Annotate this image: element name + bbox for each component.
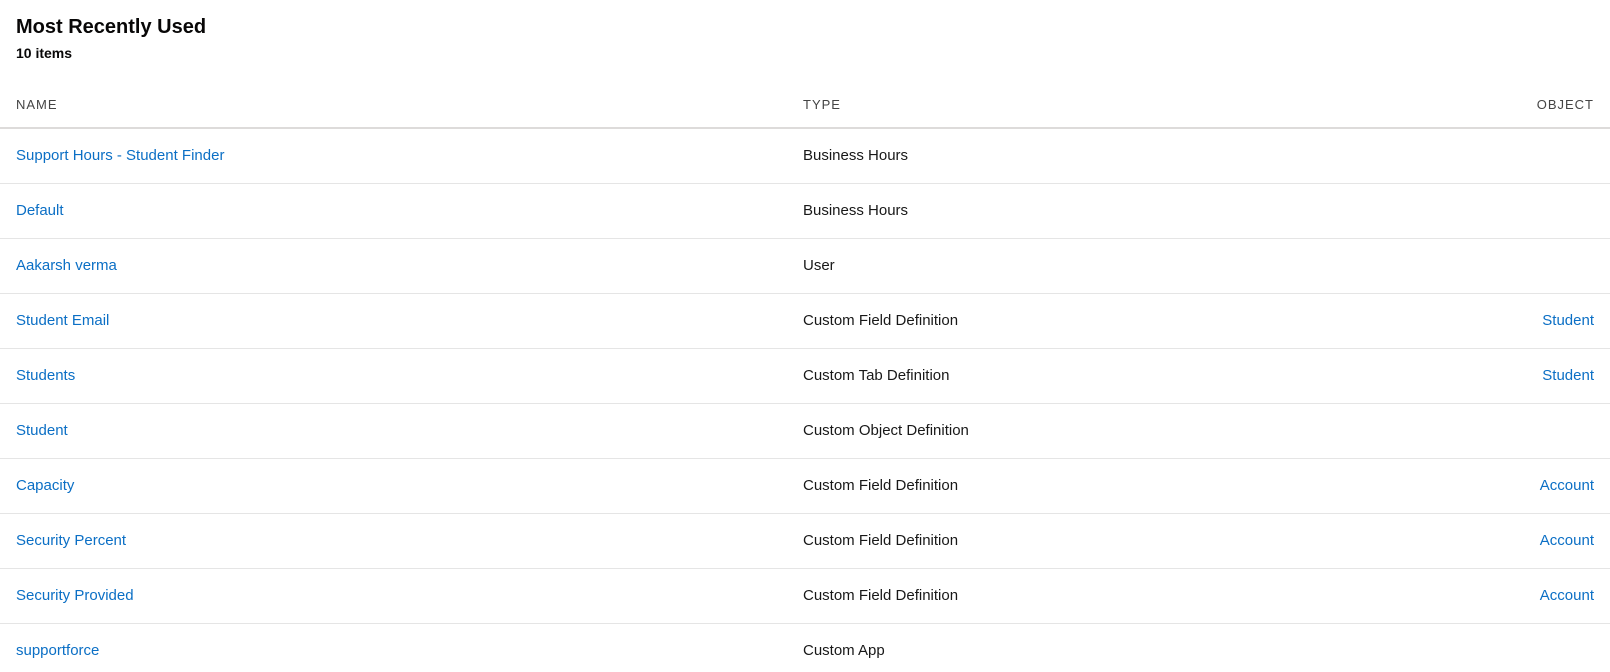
- type-cell: Custom App: [787, 623, 1378, 672]
- record-type: Custom Field Definition: [803, 532, 959, 549]
- record-name-link[interactable]: Student Email: [16, 312, 109, 329]
- type-cell: Custom Field Definition: [787, 513, 1378, 569]
- record-type: Business Hours: [803, 202, 909, 219]
- column-header-name[interactable]: NAME: [0, 82, 787, 129]
- type-cell: User: [787, 238, 1378, 294]
- record-name-link[interactable]: Support Hours - Student Finder: [16, 147, 224, 164]
- object-cell: Account: [1378, 568, 1610, 624]
- object-cell: [1378, 403, 1610, 459]
- card-header: Most Recently Used 10 items: [0, 0, 1610, 82]
- object-link[interactable]: Student: [1542, 312, 1594, 329]
- name-cell: Security Provided: [0, 568, 787, 624]
- record-name-link[interactable]: Capacity: [16, 477, 74, 494]
- name-cell: Student: [0, 403, 787, 459]
- record-type: User: [803, 257, 835, 274]
- table-row: Default Business Hours: [0, 183, 1610, 239]
- record-name-link[interactable]: Security Provided: [16, 587, 134, 604]
- table-row: Students Custom Tab Definition Student: [0, 348, 1610, 404]
- mru-card: Most Recently Used 10 items NAME TYPE OB…: [0, 0, 1610, 672]
- object-cell: [1378, 128, 1610, 184]
- record-type: Custom Field Definition: [803, 312, 959, 329]
- type-cell: Custom Tab Definition: [787, 348, 1378, 404]
- object-cell: Account: [1378, 458, 1610, 514]
- object-cell: Student: [1378, 348, 1610, 404]
- object-cell: [1378, 623, 1610, 672]
- type-cell: Custom Field Definition: [787, 293, 1378, 349]
- record-name-link[interactable]: Security Percent: [16, 532, 126, 549]
- table-header-row: NAME TYPE OBJECT: [0, 82, 1610, 129]
- table-row: Support Hours - Student Finder Business …: [0, 128, 1610, 184]
- record-type: Custom Tab Definition: [803, 367, 950, 384]
- name-cell: Capacity: [0, 458, 787, 514]
- column-header-object[interactable]: OBJECT: [1378, 82, 1610, 129]
- table-row: Security Percent Custom Field Definition…: [0, 513, 1610, 569]
- item-count: 10 items: [16, 45, 73, 61]
- record-type: Custom Object Definition: [803, 422, 969, 439]
- table-row: Student Custom Object Definition: [0, 403, 1610, 459]
- table-row: supportforce Custom App: [0, 623, 1610, 672]
- record-type: Custom App: [803, 642, 885, 660]
- object-link[interactable]: Student: [1542, 367, 1594, 384]
- table-body: Support Hours - Student Finder Business …: [0, 128, 1610, 672]
- object-cell: Account: [1378, 513, 1610, 569]
- object-cell: [1378, 238, 1610, 294]
- type-cell: Custom Field Definition: [787, 458, 1378, 514]
- object-cell: [1378, 183, 1610, 239]
- type-cell: Custom Object Definition: [787, 403, 1378, 459]
- name-cell: Default: [0, 183, 787, 239]
- type-cell: Custom Field Definition: [787, 568, 1378, 624]
- type-cell: Business Hours: [787, 183, 1378, 239]
- record-type: Business Hours: [803, 147, 909, 165]
- object-link[interactable]: Account: [1540, 477, 1594, 494]
- name-cell: Security Percent: [0, 513, 787, 569]
- object-link[interactable]: Account: [1540, 532, 1594, 549]
- record-type: Custom Field Definition: [803, 477, 959, 494]
- table-row: Capacity Custom Field Definition Account: [0, 458, 1610, 514]
- name-cell: Student Email: [0, 293, 787, 349]
- record-name-link[interactable]: Student: [16, 422, 68, 439]
- table-row: Aakarsh verma User: [0, 238, 1610, 294]
- record-name-link[interactable]: supportforce: [16, 642, 99, 659]
- record-type: Custom Field Definition: [803, 587, 959, 604]
- name-cell: supportforce: [0, 623, 787, 672]
- table-row: Security Provided Custom Field Definitio…: [0, 568, 1610, 624]
- object-link[interactable]: Account: [1540, 587, 1594, 604]
- mru-table: NAME TYPE OBJECT Support Hours - Student…: [0, 82, 1610, 672]
- page-title: Most Recently Used: [16, 16, 207, 38]
- name-cell: Aakarsh verma: [0, 238, 787, 294]
- column-header-type[interactable]: TYPE: [787, 82, 1378, 129]
- record-name-link[interactable]: Students: [16, 367, 75, 384]
- name-cell: Support Hours - Student Finder: [0, 128, 787, 184]
- record-name-link[interactable]: Default: [16, 202, 64, 219]
- type-cell: Business Hours: [787, 128, 1378, 184]
- table-row: Student Email Custom Field Definition St…: [0, 293, 1610, 349]
- object-cell: Student: [1378, 293, 1610, 349]
- name-cell: Students: [0, 348, 787, 404]
- record-name-link[interactable]: Aakarsh verma: [16, 257, 117, 274]
